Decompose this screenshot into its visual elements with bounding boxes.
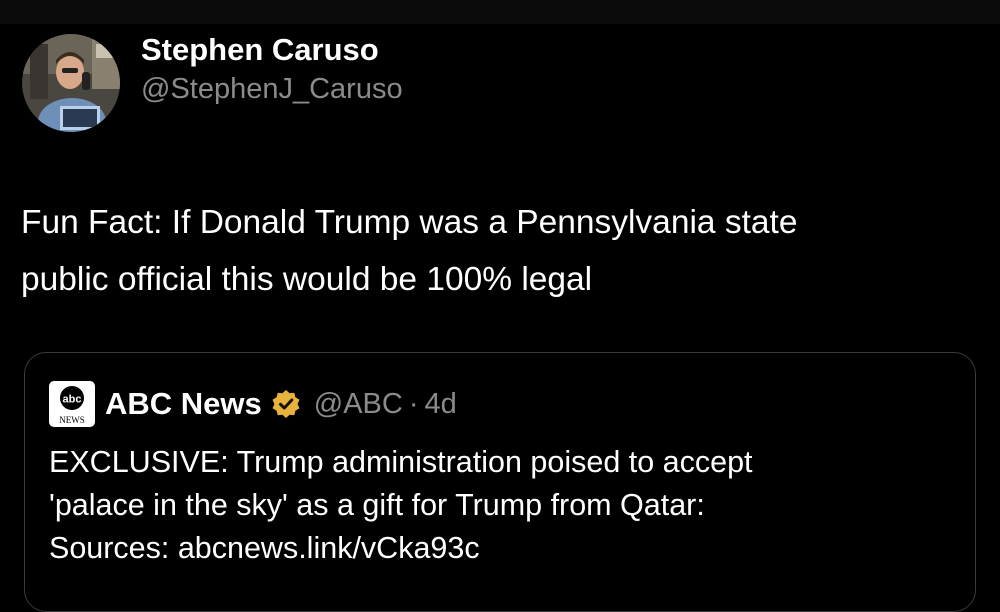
tweet-text-line: Fun Fact: If Donald Trump was a Pennsylv… [21, 204, 798, 241]
quoted-text-line: 'palace in the sky' as a gift for Trump … [49, 488, 705, 522]
tweet-author[interactable]: Stephen Caruso @StephenJ_Caruso [22, 31, 403, 132]
quoted-tweet-card[interactable]: abc NEWS ABC News @ABC · 4d EXCLUSIVE: T… [24, 352, 976, 612]
author-handle[interactable]: @StephenJ_Caruso [141, 69, 403, 109]
svg-text:abc: abc [63, 394, 82, 406]
quoted-text-line: Sources: abcnews.link/vCka93c [49, 531, 480, 565]
separator-dot: · [408, 387, 419, 420]
abc-logo-icon: abc NEWS [59, 386, 85, 425]
svg-text:NEWS: NEWS [59, 415, 85, 425]
quoted-tweet-text: EXCLUSIVE: Trump administration poised t… [49, 441, 949, 570]
tweet-text-line: public official this would be 100% legal [21, 261, 593, 298]
quoted-tweet-header: abc NEWS ABC News @ABC · 4d [49, 381, 457, 427]
quoted-author-handle[interactable]: @ABC [314, 388, 403, 421]
quoted-author-display-name[interactable]: ABC News [105, 386, 262, 422]
avatar-photo [22, 34, 120, 132]
abc-news-logo[interactable]: abc NEWS [49, 381, 95, 427]
author-display-name[interactable]: Stephen Caruso [141, 31, 403, 69]
quoted-text-line: EXCLUSIVE: Trump administration poised t… [49, 445, 753, 479]
author-avatar[interactable] [22, 34, 120, 132]
gold-verified-icon [270, 388, 302, 420]
quoted-tweet-time[interactable]: 4d [425, 388, 457, 421]
top-bar [0, 0, 1000, 24]
tweet-text: Fun Fact: If Donald Trump was a Pennsylv… [21, 194, 981, 308]
